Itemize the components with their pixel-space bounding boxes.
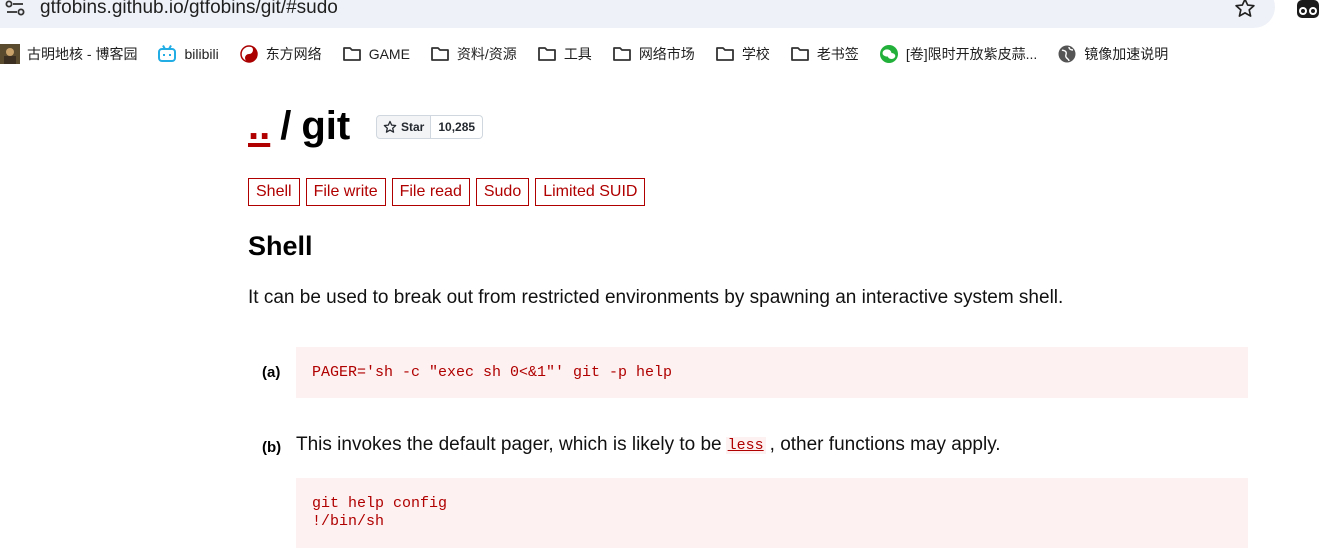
bookmark-label: 网络市场 xyxy=(638,46,695,62)
bilibili-icon xyxy=(157,44,177,64)
example-description: This invokes the default pager, which is… xyxy=(296,434,1001,456)
bookmark-label: 东方网络 xyxy=(265,46,322,62)
url-text[interactable]: gtfobins.github.io/gtfobins/git/#sudo xyxy=(40,0,338,19)
folder-icon xyxy=(612,44,632,64)
star-icon xyxy=(383,120,397,133)
star-label: Star xyxy=(401,120,425,134)
bookmark-item[interactable]: 古明地核 - 博客园 xyxy=(0,38,137,70)
description-text: This invokes the default pager, which is… xyxy=(296,434,722,455)
bookmark-label: 老书签 xyxy=(816,46,859,62)
bookmark-label: 学校 xyxy=(741,46,770,62)
parent-link[interactable]: .. xyxy=(248,104,270,149)
bookmark-folder[interactable]: GAME xyxy=(342,38,410,70)
globe-icon xyxy=(1057,44,1077,64)
folder-icon xyxy=(537,44,557,64)
bookmark-folder[interactable]: 老书签 xyxy=(790,38,859,70)
star-count[interactable]: 10,285 xyxy=(431,115,484,139)
less-link[interactable]: less xyxy=(725,436,766,454)
bookmark-folder[interactable]: 工具 xyxy=(537,38,592,70)
bookmark-star-icon[interactable] xyxy=(1234,0,1256,19)
section-description: It can be used to break out from restric… xyxy=(248,287,1064,308)
bookmark-label: 工具 xyxy=(563,46,592,62)
code-block[interactable]: PAGER='sh -c "exec sh 0<&1"' git -p help xyxy=(296,347,1248,398)
title-separator: / xyxy=(280,103,292,148)
bookmark-label: bilibili xyxy=(184,46,219,62)
wechat-icon xyxy=(879,44,899,64)
folder-icon xyxy=(430,44,450,64)
tag-shell[interactable]: Shell xyxy=(248,178,300,206)
folder-icon xyxy=(342,44,362,64)
bookmarks-bar: 古明地核 - 博客园 bilibili 东方网络 GAME 资料/资源 工具 网… xyxy=(0,38,1336,70)
github-star-button[interactable]: Star xyxy=(376,115,432,139)
bookmark-label: GAME xyxy=(368,46,410,62)
bookmark-folder[interactable]: 学校 xyxy=(715,38,770,70)
folder-icon xyxy=(715,44,735,64)
bookmark-folder[interactable]: 资料/资源 xyxy=(430,38,517,70)
tag-limited-suid[interactable]: Limited SUID xyxy=(535,178,646,206)
avatar-icon xyxy=(0,44,20,64)
yin-yang-icon xyxy=(239,44,259,64)
page-title: .. / git xyxy=(248,101,350,151)
bookmark-label: 资料/资源 xyxy=(456,46,517,62)
tag-file-write[interactable]: File write xyxy=(305,178,386,206)
bookmark-item[interactable]: bilibili xyxy=(157,38,219,70)
bookmark-folder[interactable]: 网络市场 xyxy=(612,38,695,70)
github-star-widget[interactable]: Star 10,285 xyxy=(376,115,484,139)
function-tags: Shell File write File read Sudo Limited … xyxy=(248,178,646,206)
bookmark-item[interactable]: 镜像加速说明 xyxy=(1057,38,1168,70)
site-settings-icon[interactable] xyxy=(4,0,26,18)
tag-file-read[interactable]: File read xyxy=(391,178,470,206)
example-label: (b) xyxy=(262,439,282,456)
bookmark-item[interactable]: 东方网络 xyxy=(239,38,322,70)
bookmark-label: 镜像加速说明 xyxy=(1084,46,1169,62)
folder-icon xyxy=(790,44,810,64)
code-block[interactable]: git help config !/bin/sh xyxy=(296,478,1248,548)
example-label: (a) xyxy=(262,364,281,381)
browser-toolbar: gtfobins.github.io/gtfobins/git/#sudo xyxy=(0,0,1336,33)
description-text: , other functions may apply. xyxy=(769,434,1001,455)
bookmark-item[interactable]: [卷]限时开放紫皮蒜... xyxy=(879,38,1037,70)
bookmark-label: 古明地核 - 博客园 xyxy=(27,46,138,62)
bookmark-label: [卷]限时开放紫皮蒜... xyxy=(905,46,1038,62)
tag-sudo[interactable]: Sudo xyxy=(475,178,530,206)
section-title: Shell xyxy=(248,231,313,261)
profile-icon[interactable] xyxy=(1296,0,1322,20)
title-name: git xyxy=(301,103,351,148)
